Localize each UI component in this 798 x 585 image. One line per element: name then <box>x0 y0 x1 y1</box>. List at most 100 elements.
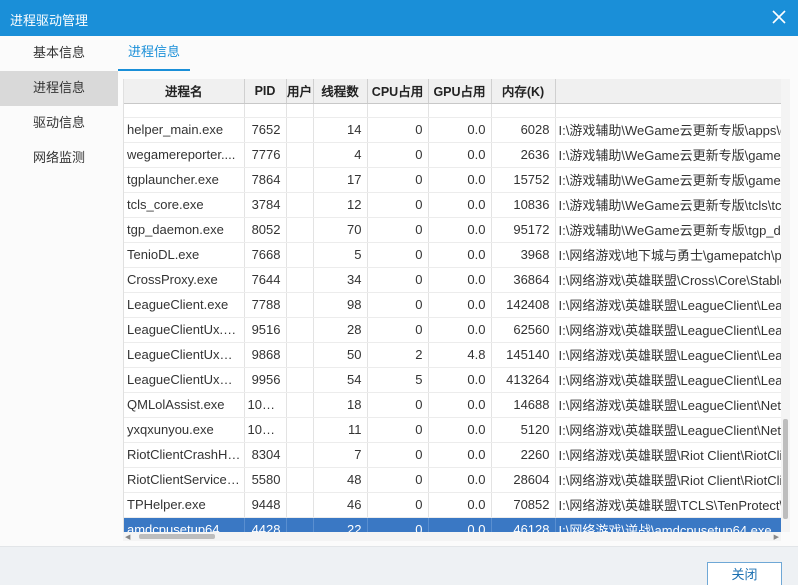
cell-memory: 3968 <box>491 242 556 268</box>
column-header-memory[interactable]: 内存(K) <box>491 79 556 104</box>
table-row[interactable]: TenioDL.exe 7668 5 0 0.0 3968 I:\网络游戏\地下城与勇士\g… <box>124 242 790 268</box>
cell-name: LeagueClient.exe <box>124 292 245 318</box>
title-bar: 进程驱动管理 <box>0 0 798 36</box>
cell-user <box>286 392 314 418</box>
table-row[interactable]: TPHelper.exe 9448 46 0 0.0 70852 I:\网络游戏\英雄联盟\… <box>124 492 790 518</box>
cell-name: RiotClientCrashHa... <box>124 442 245 468</box>
cell-threads: 50 <box>313 342 368 368</box>
cell-pid: 9516 <box>244 317 287 343</box>
cell-path: I:\网络游戏\英雄联盟\LeagueClient\Leag <box>555 292 790 318</box>
sidebar-item-basic-info[interactable]: 基本信息 <box>0 36 118 71</box>
cell-name: yxqxunyou.exe <box>124 417 245 443</box>
cell-pid: 7864 <box>244 167 287 193</box>
column-header-threads[interactable]: 线程数 <box>313 79 368 104</box>
column-header-path[interactable] <box>555 79 790 104</box>
cell-gpu: 0.0 <box>428 292 492 318</box>
cell-cpu: 0 <box>367 117 429 143</box>
cell-threads: 11 <box>313 417 368 443</box>
cell-name: RiotClientServices.... <box>124 467 245 493</box>
cell-gpu: 4.8 <box>428 342 492 368</box>
cell-cpu: 5 <box>367 367 429 393</box>
table-row[interactable]: CrossProxy.exe 7644 34 0 0.0 36864 I:\网络游戏\英雄联… <box>124 267 790 293</box>
column-header-pid[interactable]: PID <box>244 79 287 104</box>
cell-cpu: 0 <box>367 267 429 293</box>
cell-cpu: 0 <box>367 492 429 518</box>
table-row[interactable]: QMLolAssist.exe 10668 18 0 0.0 14688 I:\网络游戏\英… <box>124 392 790 418</box>
column-header-user[interactable]: 用户 <box>286 79 314 104</box>
table-row[interactable]: tgp_daemon.exe 8052 70 0 0.0 95172 I:\游戏辅助\WeG… <box>124 217 790 243</box>
table-row[interactable]: amdcpusetup64.exe 4428 22 0 0.0 46128 I:\网络游戏\… <box>124 517 790 532</box>
column-header-cpu[interactable]: CPU占用 <box>367 79 429 104</box>
cell-gpu: 0.0 <box>428 317 492 343</box>
table-row-partial[interactable] <box>124 103 790 118</box>
cell-name: helper_main.exe <box>124 117 245 143</box>
cell-gpu: 0.0 <box>428 117 492 143</box>
column-header-name[interactable]: 进程名 <box>124 79 245 104</box>
cell-cpu: 0 <box>367 442 429 468</box>
cell-threads <box>313 103 368 118</box>
cell-gpu: 0.0 <box>428 492 492 518</box>
table-row[interactable]: tcls_core.exe 3784 12 0 0.0 10836 I:\游戏辅助\WeGa… <box>124 192 790 218</box>
column-header-gpu[interactable]: GPU占用 <box>428 79 492 104</box>
dialog-footer: 关闭 <box>0 546 798 585</box>
sidebar-item-process-info[interactable]: 进程信息 <box>0 71 118 106</box>
cell-cpu: 0 <box>367 167 429 193</box>
table-row[interactable]: wegamereporter.... 7776 4 0 0.0 2636 I:\游戏辅助\W… <box>124 142 790 168</box>
vertical-scrollbar[interactable] <box>781 79 790 532</box>
cell-path: I:\网络游戏\英雄联盟\Cross\Core\Stable <box>555 267 790 293</box>
cell-memory: 62560 <box>491 317 556 343</box>
cell-path: I:\网络游戏\英雄联盟\LeagueClient\Leag <box>555 317 790 343</box>
cell-path: I:\网络游戏\逆战\amdcpusetup64.exe <box>555 517 790 532</box>
cell-cpu: 0 <box>367 292 429 318</box>
cell-path: I:\网络游戏\英雄联盟\LeagueClient\Leag <box>555 367 790 393</box>
cell-memory: 70852 <box>491 492 556 518</box>
cell-gpu: 0.0 <box>428 392 492 418</box>
vertical-scroll-thumb[interactable] <box>783 419 788 519</box>
table-row[interactable]: tgplauncher.exe 7864 17 0 0.0 15752 I:\游戏辅助\We… <box>124 167 790 193</box>
table-row[interactable]: LeagueClient.exe 7788 98 0 0.0 142408 I:\网络游戏\… <box>124 292 790 318</box>
tab-process-info[interactable]: 进程信息 <box>118 36 190 71</box>
table-row[interactable]: LeagueClientUx.exe 9516 28 0 0.0 62560 I:\网络游戏… <box>124 317 790 343</box>
cell-gpu: 0.0 <box>428 467 492 493</box>
cell-gpu: 0.0 <box>428 417 492 443</box>
cell-name: TenioDL.exe <box>124 242 245 268</box>
table-row[interactable]: yxqxunyou.exe 10640 11 0 0.0 5120 I:\网络游戏\英雄联盟… <box>124 417 790 443</box>
cell-path: I:\游戏辅助\WeGame云更新专版\tcls\tc <box>555 192 790 218</box>
cell-name: tgp_daemon.exe <box>124 217 245 243</box>
cell-gpu: 0.0 <box>428 142 492 168</box>
cell-path: I:\游戏辅助\WeGame云更新专版\gamep <box>555 167 790 193</box>
cell-cpu <box>367 103 429 118</box>
cell-name <box>124 103 245 118</box>
cell-threads: 46 <box>313 492 368 518</box>
cell-gpu: 0.0 <box>428 217 492 243</box>
close-button[interactable]: 关闭 <box>707 562 782 585</box>
horizontal-scrollbar[interactable]: ◀ ▶ <box>123 532 781 541</box>
table-header: 进程名 PID 用户 线程数 CPU占用 GPU占用 内存(K) <box>124 79 790 104</box>
close-icon[interactable] <box>769 7 789 27</box>
table-row[interactable]: RiotClientCrashHa... 8304 7 0 0.0 2260 I:\网络游戏… <box>124 442 790 468</box>
cell-name: tcls_core.exe <box>124 192 245 218</box>
cell-memory: 36864 <box>491 267 556 293</box>
horizontal-scroll-thumb[interactable] <box>139 534 215 539</box>
table-row[interactable]: LeagueClientUxRe... 9956 54 5 0.0 413264 I:\网络… <box>124 367 790 393</box>
table-row[interactable]: helper_main.exe 7652 14 0 0.0 6028 I:\游戏辅助\WeG… <box>124 117 790 143</box>
scroll-right-arrow-icon[interactable]: ▶ <box>774 533 779 541</box>
cell-pid: 9956 <box>244 367 287 393</box>
cell-path: I:\网络游戏\英雄联盟\Riot Client\RiotCli <box>555 442 790 468</box>
cell-pid: 10668 <box>244 392 287 418</box>
cell-threads: 14 <box>313 117 368 143</box>
cell-user <box>286 442 314 468</box>
cell-cpu: 0 <box>367 242 429 268</box>
cell-pid: 4428 <box>244 517 287 532</box>
table-row[interactable]: RiotClientServices.... 5580 48 0 0.0 28604 I:\… <box>124 467 790 493</box>
cell-gpu: 0.0 <box>428 367 492 393</box>
table-row[interactable]: LeagueClientUxRe... 9868 50 2 4.8 145140 I:\网络… <box>124 342 790 368</box>
cell-name: LeagueClientUx.exe <box>124 317 245 343</box>
sidebar-item-driver-info[interactable]: 驱动信息 <box>0 106 118 141</box>
scroll-left-arrow-icon[interactable]: ◀ <box>125 533 130 541</box>
sidebar-item-network-monitor[interactable]: 网络监测 <box>0 141 118 176</box>
cell-user <box>286 342 314 368</box>
cell-memory: 5120 <box>491 417 556 443</box>
cell-name: TPHelper.exe <box>124 492 245 518</box>
cell-memory: 46128 <box>491 517 556 532</box>
